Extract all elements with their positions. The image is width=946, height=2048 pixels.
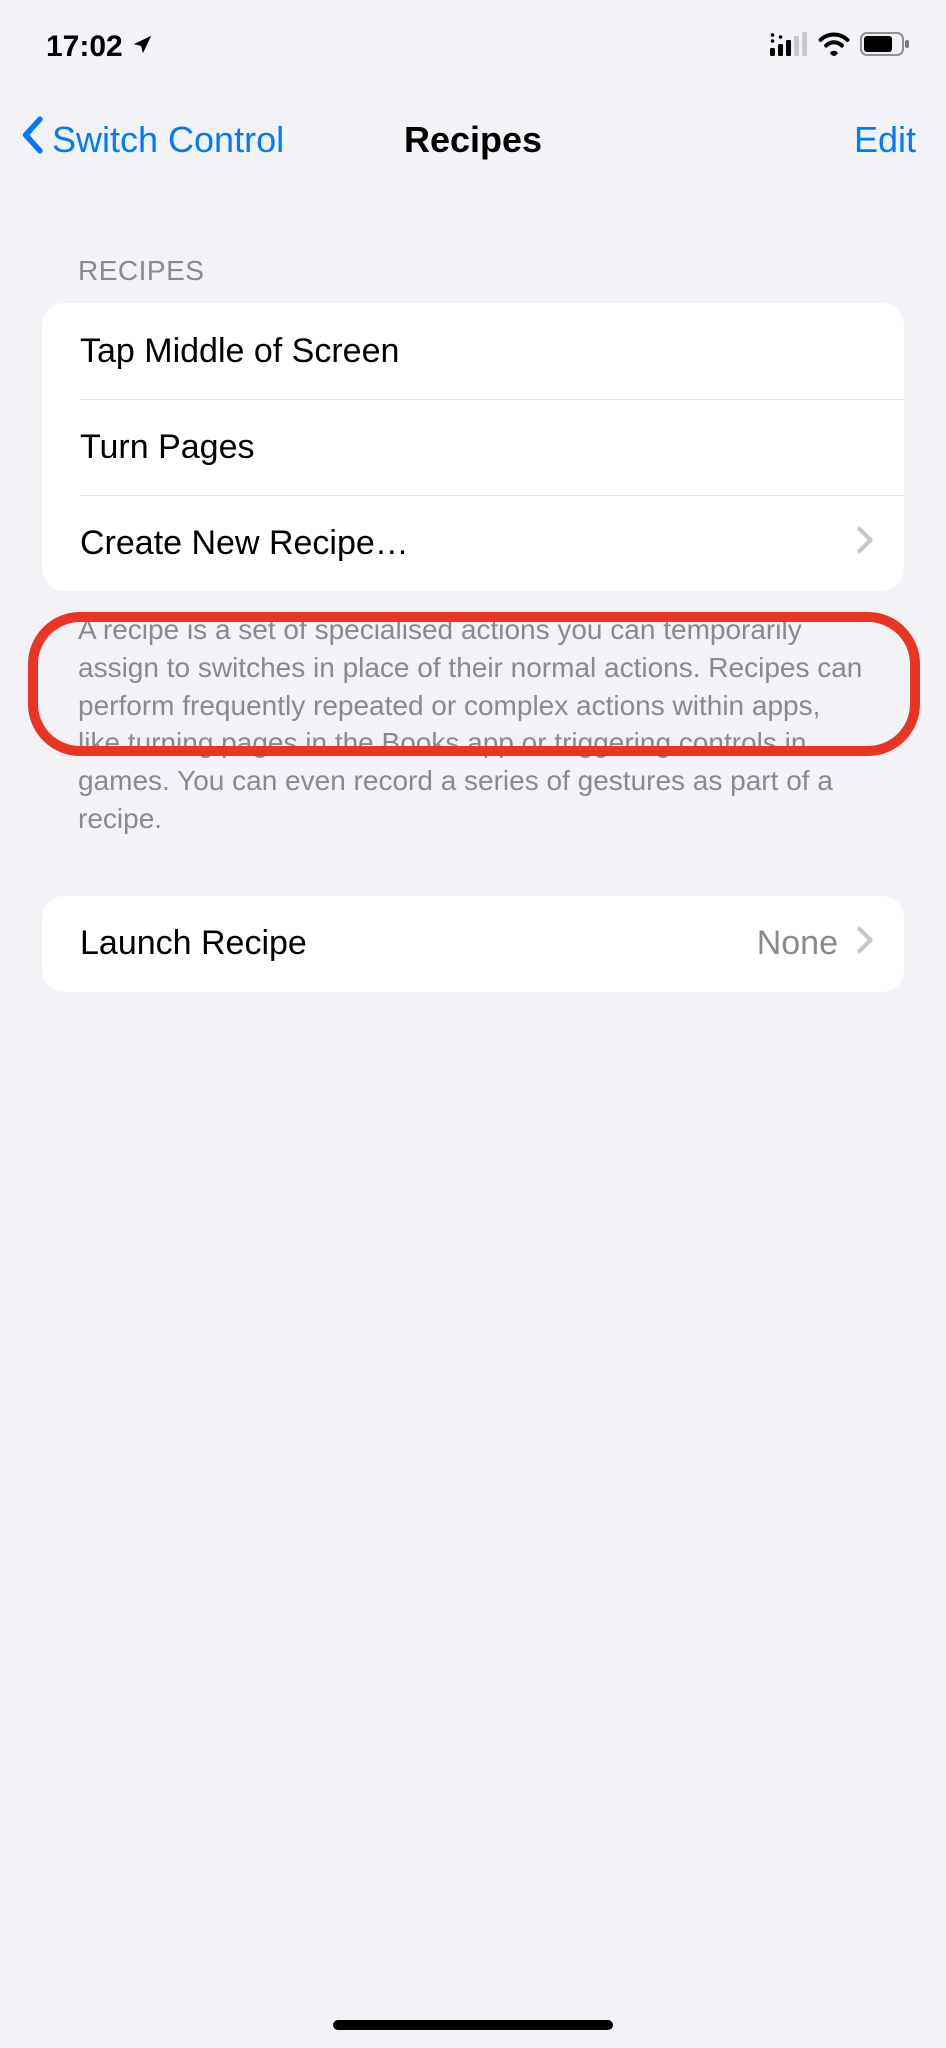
status-time: 17:02 [46, 30, 123, 64]
list-item-label: Create New Recipe… [80, 524, 409, 562]
recipes-list: Tap Middle of Screen Turn Pages Create N… [42, 303, 904, 591]
nav-title: Recipes [404, 119, 542, 161]
back-button[interactable]: Switch Control [20, 116, 284, 163]
status-right [770, 30, 910, 64]
chevron-left-icon [20, 116, 44, 163]
status-left: 17:02 [46, 30, 153, 64]
recipes-footer: A recipe is a set of specialised actions… [42, 591, 904, 838]
content: RECIPES Tap Middle of Screen Turn Pages … [0, 183, 946, 992]
chevron-right-icon [856, 524, 874, 563]
location-icon [131, 30, 153, 64]
home-indicator [333, 2020, 613, 2030]
edit-button[interactable]: Edit [854, 119, 916, 161]
chevron-right-icon [856, 924, 874, 963]
launch-recipe-item[interactable]: Launch Recipe None [42, 896, 904, 992]
recipe-item-create-new[interactable]: Create New Recipe… [80, 495, 904, 591]
list-item-label: Tap Middle of Screen [80, 332, 399, 371]
list-item-value: None [757, 924, 838, 963]
list-item-label: Launch Recipe [80, 924, 307, 963]
recipe-item-turn-pages[interactable]: Turn Pages [80, 399, 904, 495]
wifi-icon [818, 30, 850, 64]
battery-icon [860, 30, 910, 64]
recipe-item-tap-middle[interactable]: Tap Middle of Screen [42, 303, 904, 399]
back-label: Switch Control [52, 119, 284, 161]
list-item-label: Turn Pages [80, 428, 255, 466]
section-header-recipes: RECIPES [42, 183, 904, 303]
status-bar: 17:02 [0, 0, 946, 76]
launch-group: Launch Recipe None [42, 896, 904, 992]
nav-bar: Switch Control Recipes Edit [0, 76, 946, 183]
cellular-icon [770, 30, 808, 64]
